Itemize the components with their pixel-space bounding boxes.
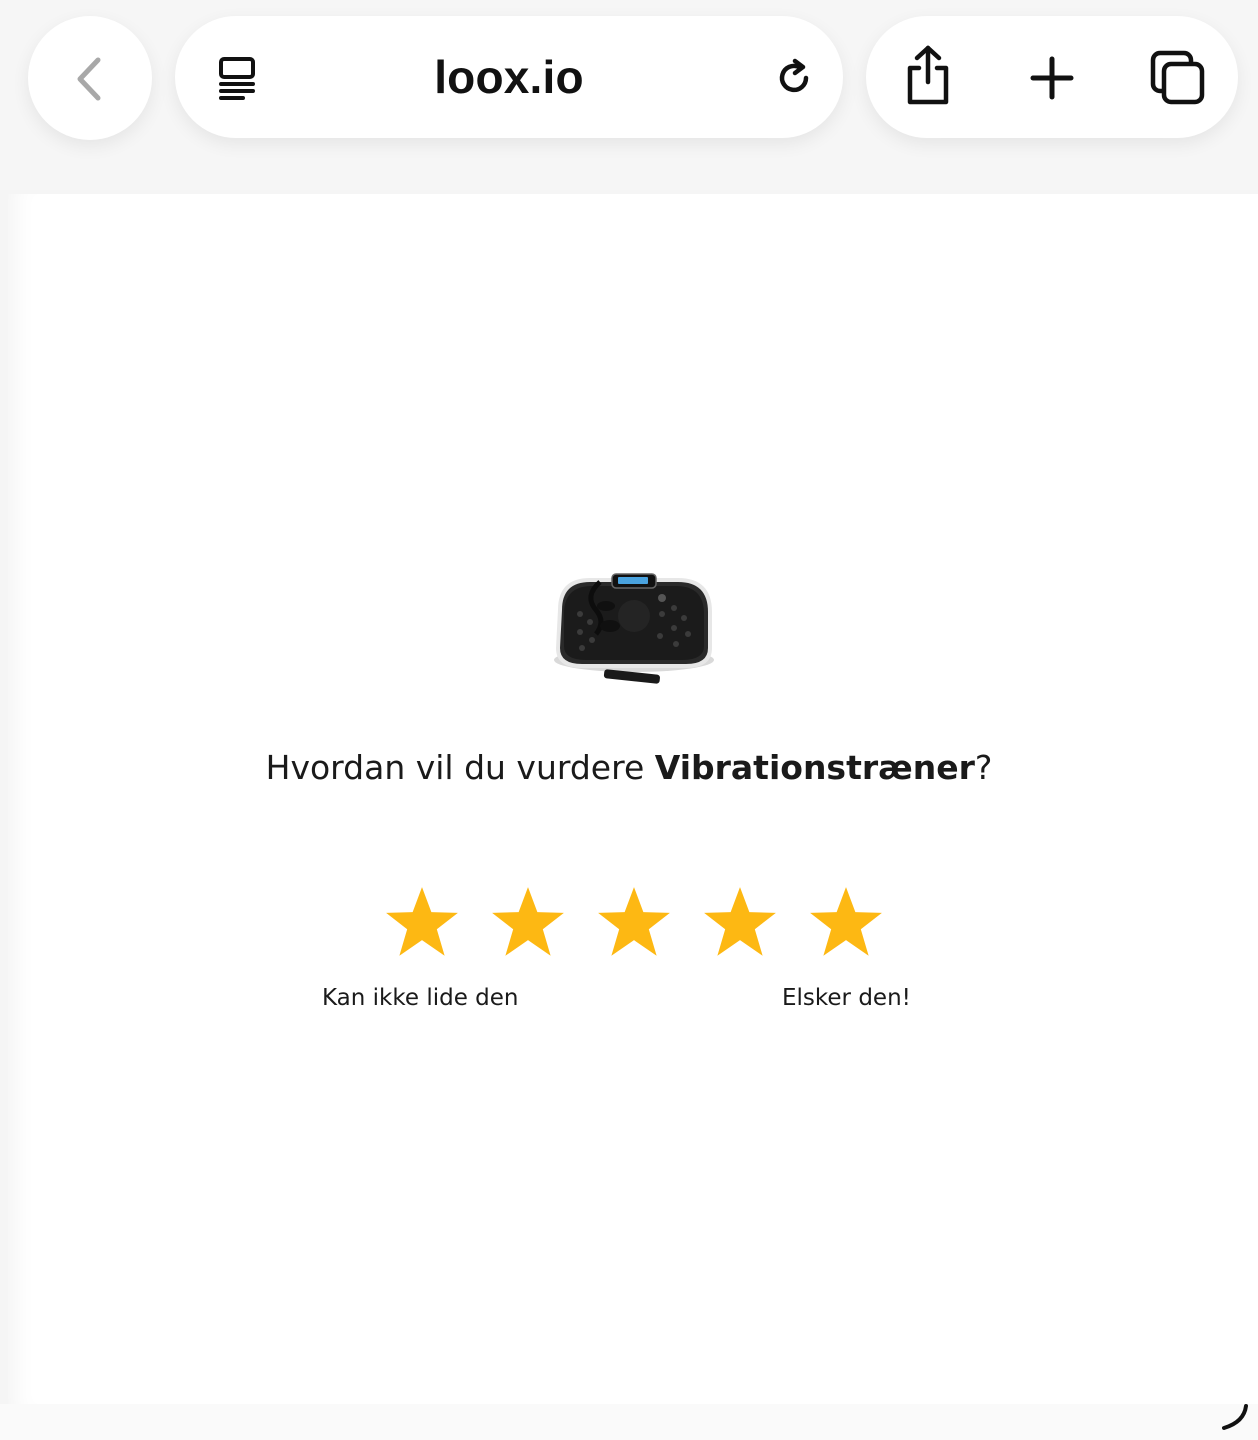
- star-icon-5[interactable]: [807, 884, 885, 962]
- question-prefix: Hvordan vil du vurdere: [265, 748, 655, 787]
- star-icon-1[interactable]: [383, 884, 461, 962]
- address-bar[interactable]: loox.io: [175, 16, 843, 138]
- url-text[interactable]: loox.io: [175, 16, 843, 138]
- star-icon-4[interactable]: [701, 884, 779, 962]
- reload-icon[interactable]: [775, 58, 815, 98]
- star-icon-3[interactable]: [595, 884, 673, 962]
- rating-question: Hvordan vil du vurdere Vibrationstræner?: [0, 748, 1258, 787]
- star-rating: [383, 884, 887, 964]
- loading-spinner-icon: [1222, 1404, 1248, 1430]
- browser-toolbar: loox.io: [0, 0, 1258, 190]
- toolbar-actions: [866, 16, 1238, 138]
- page-content: [8, 194, 1258, 1404]
- share-icon[interactable]: [902, 44, 954, 106]
- rating-label-high: Elsker den!: [782, 985, 911, 1011]
- back-button[interactable]: [28, 16, 152, 140]
- product-name: Vibrationstræner: [654, 748, 975, 787]
- question-suffix: ?: [974, 748, 993, 787]
- star-icon-2[interactable]: [489, 884, 567, 962]
- bottom-edge: [0, 1404, 1258, 1440]
- tabs-icon[interactable]: [1150, 50, 1206, 106]
- plus-icon[interactable]: [1030, 56, 1074, 100]
- product-image: [554, 573, 714, 684]
- rating-label-low: Kan ikke lide den: [322, 985, 519, 1011]
- chevron-left-icon: [77, 57, 101, 101]
